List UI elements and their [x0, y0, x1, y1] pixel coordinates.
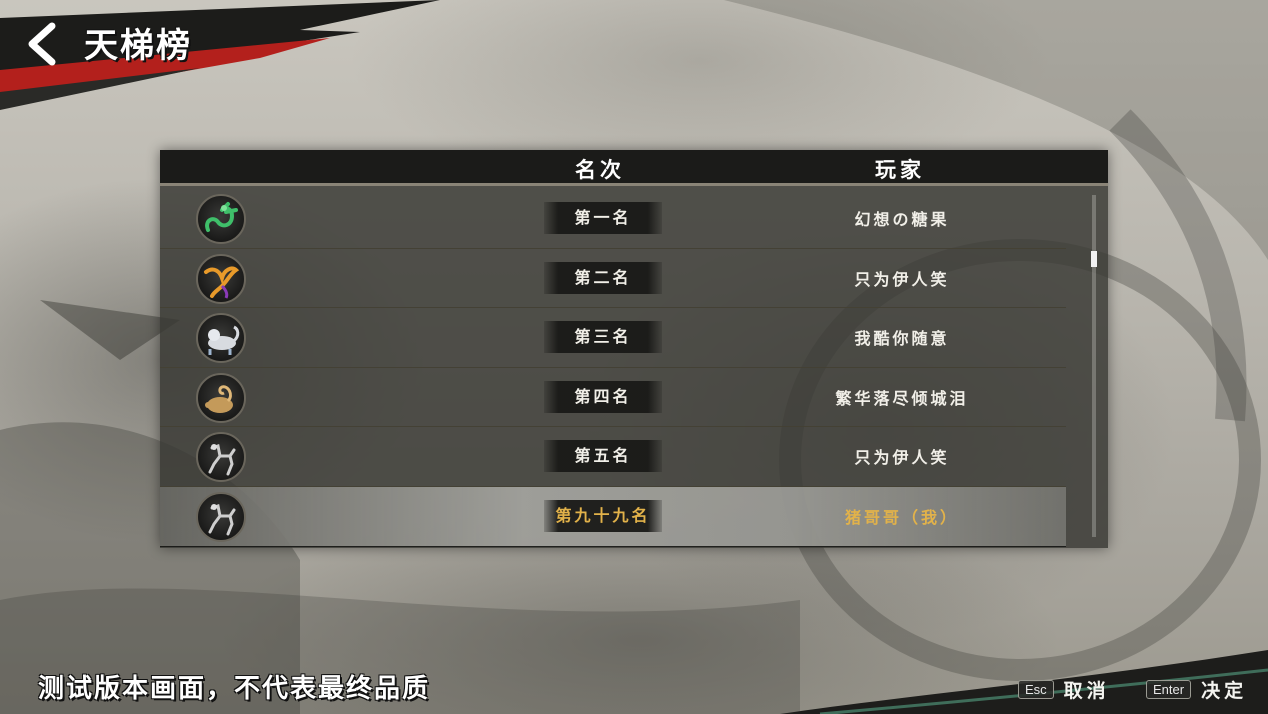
- test-version-disclaimer: 测试版本画面，不代表最终品质: [38, 674, 431, 704]
- rank-badge: 第九十九名: [544, 499, 662, 532]
- scrollbar[interactable]: [1091, 195, 1097, 537]
- player-name: 繁华落尽倾城泪: [835, 388, 969, 408]
- player-name: 猪哥哥（我）: [844, 507, 959, 527]
- player-name: 我酷你随意: [854, 329, 950, 349]
- ranking-row[interactable]: 第三名 我酷你随意: [160, 308, 1066, 368]
- column-header-rank: 名次: [575, 157, 625, 182]
- green-dragon-icon: [196, 194, 246, 244]
- rank-badge: 第四名: [544, 380, 662, 413]
- player-name: 幻想の糖果: [854, 210, 950, 229]
- page-title: 天梯榜: [84, 26, 192, 66]
- ranking-row-self[interactable]: 第九十九名 猪哥哥（我）: [160, 486, 1066, 547]
- rank-badge: 第三名: [544, 321, 662, 354]
- white-tiger-icon: [196, 313, 246, 364]
- rank-badge: 第五名: [544, 440, 662, 473]
- confirm-label: 决定: [1201, 680, 1248, 702]
- ranking-row[interactable]: 第四名 繁华落尽倾城泪: [160, 368, 1066, 428]
- header-banner: [0, 0, 440, 110]
- black-tortoise-icon: [196, 372, 246, 423]
- player-name: 只为伊人笑: [854, 269, 950, 289]
- column-header-player: 玩家: [875, 157, 925, 182]
- scroll-thumb[interactable]: [1091, 251, 1097, 267]
- rank-badge: 第二名: [544, 261, 662, 294]
- table-header: 名次 玩家: [160, 150, 1108, 186]
- chevron-left-icon: [28, 22, 56, 66]
- player-name: 只为伊人笑: [854, 448, 950, 468]
- ladder-panel: 名次 玩家 第一名 幻想の糖果 第二名 只为伊人笑 第三名 我酷你随意 第四名 …: [160, 150, 1108, 548]
- silver-horse-icon: [196, 491, 246, 542]
- rank-badge: 第一名: [544, 202, 662, 234]
- cancel-hint[interactable]: Esc 取消: [1018, 676, 1110, 703]
- vermilion-bird-icon: [196, 253, 246, 304]
- back-button[interactable]: [22, 20, 62, 68]
- confirm-hint[interactable]: Enter 决定: [1146, 676, 1247, 703]
- ranking-row[interactable]: 第一名 幻想の糖果: [160, 189, 1066, 249]
- cancel-label: 取消: [1063, 680, 1110, 702]
- ranking-row[interactable]: 第二名 只为伊人笑: [160, 249, 1066, 309]
- silver-horse-icon: [196, 432, 246, 483]
- ranking-row[interactable]: 第五名 只为伊人笑: [160, 427, 1066, 487]
- ranking-list: 第一名 幻想の糖果 第二名 只为伊人笑 第三名 我酷你随意 第四名 繁华落尽倾城…: [160, 189, 1092, 547]
- esc-key-icon: Esc: [1018, 680, 1054, 699]
- enter-key-icon: Enter: [1146, 680, 1192, 699]
